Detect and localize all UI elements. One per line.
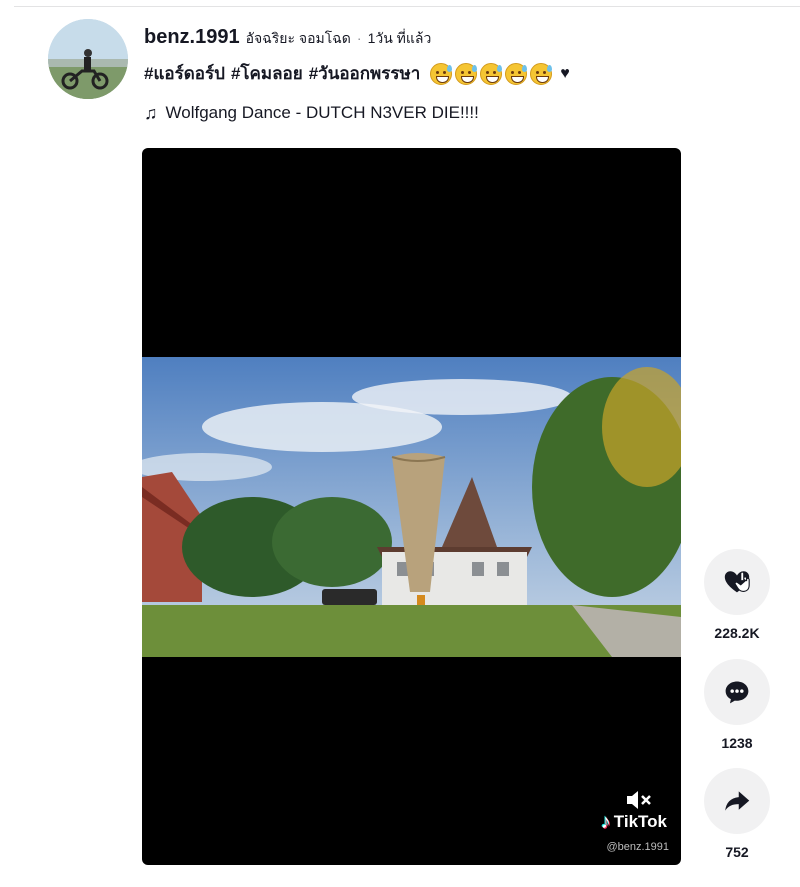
top-divider [14, 6, 800, 7]
share-action: 752 [704, 768, 770, 860]
post-header: benz.1991 อัจฉริยะ จอมโฉด · 1วัน ที่แล้ว [144, 26, 780, 50]
music-link[interactable]: ♫ Wolfgang Dance - DUTCH N3VER DIE!!!! [144, 103, 479, 123]
tiktok-logo-icon: ♪ [600, 811, 611, 833]
sweat-smile-emoji-icon [430, 62, 453, 85]
sweat-smile-emoji-icon [480, 62, 503, 85]
nickname: อัจฉริยะ จอมโฉด [245, 30, 351, 46]
meta-separator: · [356, 30, 362, 46]
music-note-icon: ♫ [144, 103, 158, 123]
tiktok-watermark: ♪ TikTok [601, 812, 667, 832]
hashtag-link[interactable]: #โคมลอย [231, 60, 303, 87]
mute-button[interactable] [625, 788, 653, 812]
heart-icon [724, 571, 750, 593]
comment-button[interactable] [704, 659, 770, 725]
avatar[interactable] [48, 19, 128, 99]
speaker-muted-icon [627, 791, 651, 809]
hashtag-link[interactable]: #วันออกพรรษา [309, 60, 421, 87]
comment-bubble-icon [725, 681, 749, 704]
avatar-image [48, 19, 128, 99]
comment-count: 1238 [721, 735, 753, 751]
watermark-handle: @benz.1991 [606, 841, 669, 853]
share-count: 752 [725, 844, 749, 860]
video-player[interactable]: ♪ TikTok @benz.1991 [142, 148, 681, 865]
like-action: 228.2K [704, 549, 770, 641]
video-scene [142, 357, 681, 657]
heart-symbol: ♥ [560, 64, 570, 82]
sweat-smile-emoji-icon [455, 62, 478, 85]
share-arrow-icon [725, 791, 750, 811]
like-count: 228.2K [714, 625, 760, 641]
like-button[interactable] [704, 549, 770, 615]
share-button[interactable] [704, 768, 770, 834]
caption: #แอร์ดอร์ป #โคมลอย #วันออกพรรษา ♥ [144, 60, 570, 87]
author-meta: benz.1991 อัจฉริยะ จอมโฉด · 1วัน ที่แล้ว [144, 26, 780, 50]
comment-action: 1238 [704, 659, 770, 751]
emoji-group [430, 62, 553, 85]
music-title: Wolfgang Dance - DUTCH N3VER DIE!!!! [165, 103, 479, 122]
sweat-smile-emoji-icon [530, 62, 553, 85]
hashtag-link[interactable]: #แอร์ดอร์ป [144, 60, 225, 87]
post-time: 1วัน ที่แล้ว [367, 30, 432, 46]
video-frame [142, 357, 681, 657]
sweat-smile-emoji-icon [505, 62, 528, 85]
username-link[interactable]: benz.1991 [144, 26, 240, 49]
watermark-brand: TikTok [613, 812, 667, 831]
